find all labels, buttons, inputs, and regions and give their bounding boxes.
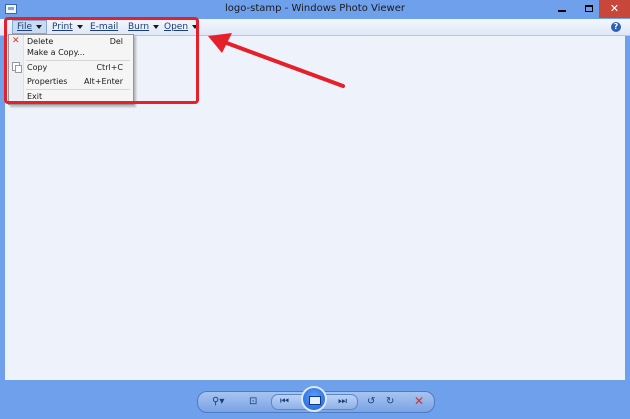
delete-icon[interactable]: ✕ — [414, 394, 424, 408]
slideshow-button[interactable] — [301, 386, 327, 412]
previous-icon[interactable]: ⏮ — [280, 396, 289, 407]
photo-viewer-window: logo-stamp - Windows Photo Viewer ✕ File… — [0, 0, 630, 419]
next-icon[interactable]: ⏭ — [338, 396, 347, 407]
rotate-right-icon[interactable]: ↻ — [386, 396, 394, 407]
zoom-icon[interactable]: ⚲▾ — [212, 396, 224, 407]
rotate-left-icon[interactable]: ↺ — [367, 396, 375, 407]
annotation-arrow-icon — [208, 33, 345, 88]
actual-size-icon[interactable]: ⊡ — [249, 396, 257, 407]
